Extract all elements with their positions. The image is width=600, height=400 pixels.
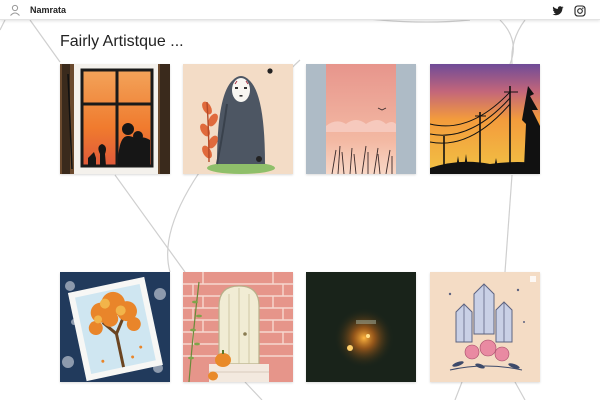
gallery-title: Fairly Artistque ...	[60, 33, 184, 50]
social-links	[552, 4, 586, 17]
artwork-glowing-light-image	[306, 272, 416, 382]
artwork-power-lines-image	[430, 64, 540, 174]
twitter-icon[interactable]	[552, 4, 564, 16]
gallery-item-pink-sky[interactable]	[306, 64, 416, 174]
artwork-pink-sky-image	[306, 64, 416, 174]
instagram-icon[interactable]	[574, 4, 586, 17]
site-name[interactable]: Namrata	[30, 5, 66, 15]
gallery-item-power-lines[interactable]	[430, 64, 540, 174]
gallery-item-autumn-tree[interactable]	[60, 272, 170, 382]
artwork-window-sunset-image	[60, 64, 170, 174]
user-icon[interactable]	[8, 3, 22, 17]
artwork-no-face-image	[183, 64, 293, 174]
artwork-autumn-tree-image	[60, 272, 170, 382]
artwork-crystals-image	[430, 272, 540, 382]
artwork-brick-door-image	[183, 272, 293, 382]
top-navigation-bar: Namrata	[0, 0, 600, 20]
gallery-item-no-face[interactable]	[183, 64, 293, 174]
gallery-item-glowing-light[interactable]	[306, 272, 416, 382]
gallery-item-crystals[interactable]	[430, 272, 540, 382]
gallery-item-window-sunset[interactable]	[60, 64, 170, 174]
gallery-item-brick-door[interactable]	[183, 272, 293, 382]
